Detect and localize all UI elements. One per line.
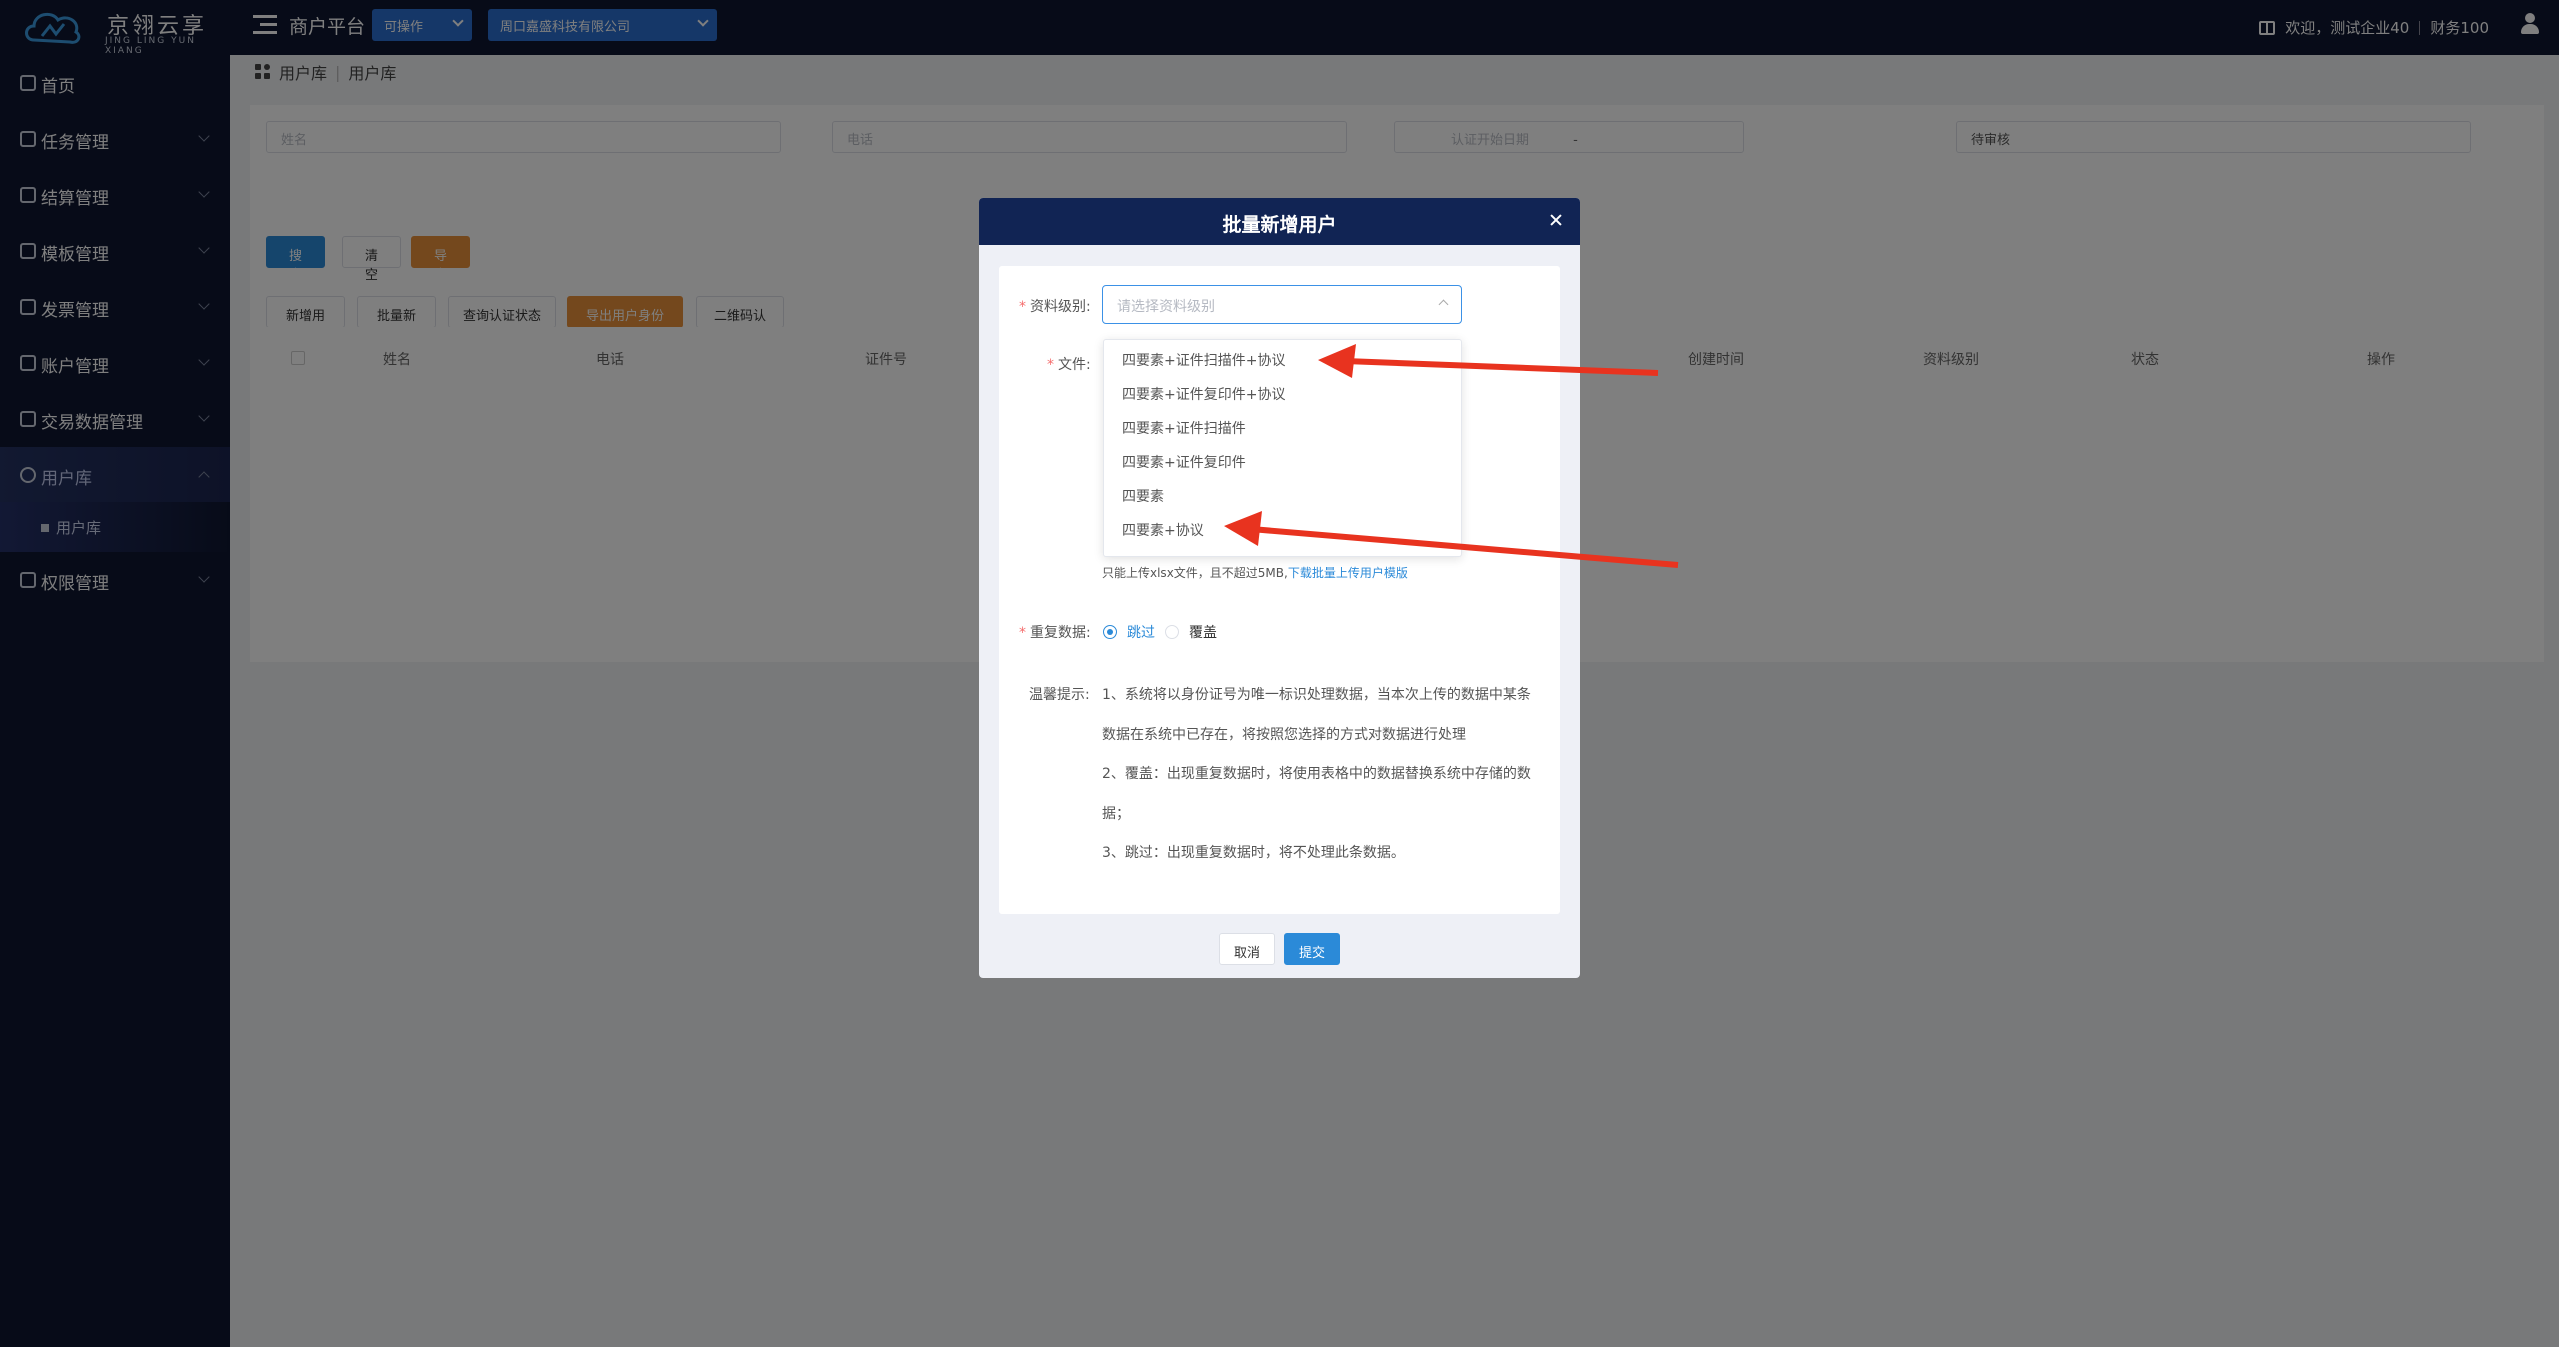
chevron-up-icon xyxy=(1438,299,1449,310)
tip-line: 1、系统将以身份证号为唯一标识处理数据，当本次上传的数据中某条 xyxy=(1102,687,1531,703)
dropdown-option[interactable]: 四要素+证件复印件 xyxy=(1104,444,1461,478)
overwrite-radio-label: 覆盖 xyxy=(1189,625,1217,641)
data-level-placeholder: 请选择资料级别 xyxy=(1117,299,1215,315)
duplicate-data-label: * 重复数据: xyxy=(1019,622,1091,642)
duplicate-data-label-text: 重复数据: xyxy=(1030,625,1091,641)
radio-checked-icon[interactable] xyxy=(1103,625,1117,639)
dropdown-option[interactable]: 四要素+证件扫描件+协议 xyxy=(1104,342,1461,376)
data-level-dropdown: 四要素+证件扫描件+协议 四要素+证件复印件+协议 四要素+证件扫描件 四要素+… xyxy=(1103,339,1462,557)
upload-hint-text: 只能上传xlsx文件，且不超过5MB, xyxy=(1102,566,1288,580)
tip-line: 2、覆盖：出现重复数据时，将使用表格中的数据替换系统中存储的数 xyxy=(1102,766,1531,782)
dropdown-option[interactable]: 四要素 xyxy=(1104,478,1461,512)
batch-add-user-dialog: 批量新增用户 * 资料级别: 请选择资料级别 * 文件: 四要素+证件扫描件+协议 … xyxy=(979,198,1580,978)
radio-unchecked-icon[interactable] xyxy=(1165,625,1179,639)
file-label-text: 文件: xyxy=(1058,357,1091,373)
dialog-title: 批量新增用户 xyxy=(1222,214,1337,236)
data-level-label-text: 资料级别: xyxy=(1030,299,1091,315)
submit-button[interactable]: 提交 xyxy=(1284,933,1340,965)
file-label: * 文件: xyxy=(1047,354,1091,374)
dropdown-option[interactable]: 四要素+协议 xyxy=(1104,512,1461,546)
data-level-select[interactable]: 请选择资料级别 xyxy=(1102,285,1462,324)
tip-line: 据； xyxy=(1102,806,1130,822)
tips-label: 温馨提示: xyxy=(1029,687,1090,703)
upload-hint: 只能上传xlsx文件，且不超过5MB,下载批量上传用户模版 xyxy=(1102,564,1408,581)
close-icon[interactable] xyxy=(1548,212,1564,228)
dropdown-option[interactable]: 四要素+证件复印件+协议 xyxy=(1104,376,1461,410)
tip-line: 3、跳过：出现重复数据时，将不处理此条数据。 xyxy=(1102,845,1405,861)
required-asterisk: * xyxy=(1019,299,1026,315)
dialog-header: 批量新增用户 xyxy=(979,198,1580,245)
dialog-body: * 资料级别: 请选择资料级别 * 文件: 四要素+证件扫描件+协议 四要素+证件复… xyxy=(999,266,1560,914)
skip-radio-label: 跳过 xyxy=(1127,625,1155,641)
cancel-button[interactable]: 取消 xyxy=(1219,933,1275,965)
data-level-label: * 资料级别: xyxy=(1019,296,1091,316)
required-asterisk: * xyxy=(1047,357,1054,373)
dropdown-option[interactable]: 四要素+证件扫描件 xyxy=(1104,410,1461,444)
skip-radio[interactable]: 跳过 xyxy=(1103,622,1155,642)
required-asterisk: * xyxy=(1019,625,1026,641)
download-template-link[interactable]: 下载批量上传用户模版 xyxy=(1288,566,1408,580)
tip-line: 数据在系统中已存在，将按照您选择的方式对数据进行处理 xyxy=(1102,727,1466,743)
overwrite-radio[interactable]: 覆盖 xyxy=(1165,622,1217,642)
